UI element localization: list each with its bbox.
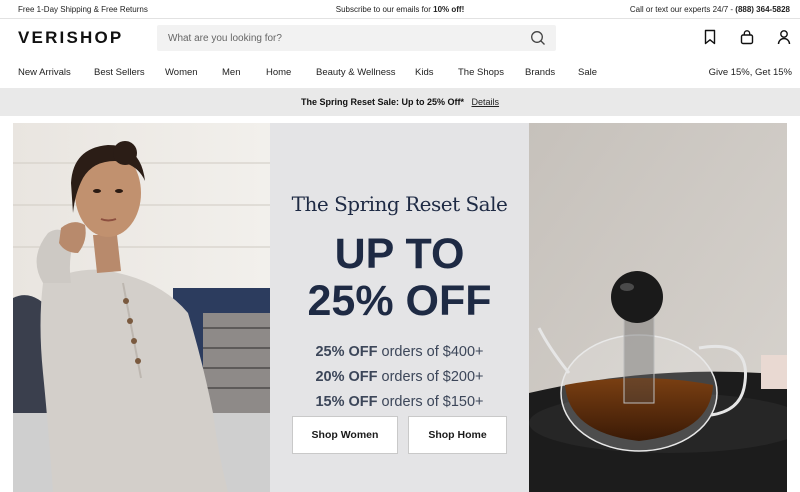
nav-brands[interactable]: Brands bbox=[525, 67, 555, 78]
search-bar bbox=[157, 25, 556, 51]
contact-prefix: Call or text our experts 24/7 - bbox=[629, 5, 736, 14]
kettle-photo bbox=[529, 123, 787, 492]
sale-title: The Spring Reset Sale bbox=[291, 192, 508, 216]
search-icon[interactable] bbox=[530, 30, 546, 46]
subscribe-offer: 10% off! bbox=[433, 5, 465, 14]
tier-discount: 15% OFF bbox=[315, 394, 378, 410]
utility-bar: Free 1-Day Shipping & Free Returns Subsc… bbox=[0, 0, 800, 19]
shop-home-button[interactable]: Shop Home bbox=[408, 416, 507, 454]
site-logo[interactable]: VERISHOP bbox=[18, 28, 123, 48]
nav-new-arrivals[interactable]: New Arrivals bbox=[18, 67, 71, 78]
shop-women-button[interactable]: Shop Women bbox=[292, 416, 398, 454]
subscribe-prefix: Subscribe to our emails for bbox=[335, 5, 434, 14]
hero-image-home[interactable] bbox=[529, 123, 787, 492]
main-nav: New Arrivals Best Sellers Women Men Home… bbox=[0, 57, 800, 88]
tier-threshold: orders of $200+ bbox=[377, 369, 484, 385]
nav-best-sellers[interactable]: Best Sellers bbox=[94, 67, 145, 78]
tier-threshold: orders of $150+ bbox=[377, 394, 484, 410]
referral-promo-link[interactable]: Give 15%, Get 15% bbox=[709, 67, 792, 78]
nav-kids[interactable]: Kids bbox=[415, 67, 433, 78]
nav-women[interactable]: Women bbox=[165, 67, 198, 78]
hero-image-women[interactable] bbox=[13, 123, 270, 492]
sale-banner: The Spring Reset Sale: Up to 25% Off* De… bbox=[0, 88, 800, 116]
hero-section: The Spring Reset Sale UP TO 25% OFF 25% … bbox=[0, 123, 800, 492]
discount-tier: 25% OFF orders of $400+ bbox=[270, 340, 529, 365]
contact-text[interactable]: Call or text our experts 24/7 - (888) 36… bbox=[630, 5, 790, 14]
tier-discount: 20% OFF bbox=[315, 369, 378, 385]
discount-tier: 20% OFF orders of $200+ bbox=[270, 365, 529, 390]
discount-tier: 15% OFF orders of $150+ bbox=[270, 390, 529, 415]
nav-the-shops[interactable]: The Shops bbox=[458, 67, 504, 78]
contact-phone: (888) 364-5828 bbox=[735, 5, 790, 14]
sale-banner-text: The Spring Reset Sale: Up to 25% Off* bbox=[300, 97, 464, 107]
sale-headline: UP TO 25% OFF bbox=[270, 231, 529, 325]
bookmark-icon[interactable] bbox=[702, 29, 718, 45]
discount-tiers: 25% OFF orders of $400+ 20% OFF orders o… bbox=[270, 340, 529, 415]
nav-home[interactable]: Home bbox=[266, 67, 291, 78]
nav-beauty-wellness[interactable]: Beauty & Wellness bbox=[316, 67, 396, 78]
sale-headline-line2: 25% OFF bbox=[307, 277, 492, 325]
search-input[interactable] bbox=[168, 25, 518, 51]
nav-men[interactable]: Men bbox=[222, 67, 240, 78]
sale-details-link[interactable]: Details bbox=[472, 97, 500, 107]
woman-photo bbox=[13, 123, 270, 492]
tier-discount: 25% OFF bbox=[315, 344, 378, 360]
bag-icon[interactable] bbox=[739, 29, 755, 45]
account-icon[interactable] bbox=[776, 29, 792, 45]
nav-sale[interactable]: Sale bbox=[578, 67, 597, 78]
sale-headline-line1: UP TO bbox=[334, 230, 465, 278]
site-header: VERISHOP bbox=[0, 19, 800, 57]
tier-threshold: orders of $400+ bbox=[377, 344, 484, 360]
hero-promo-panel: The Spring Reset Sale UP TO 25% OFF 25% … bbox=[270, 123, 529, 492]
